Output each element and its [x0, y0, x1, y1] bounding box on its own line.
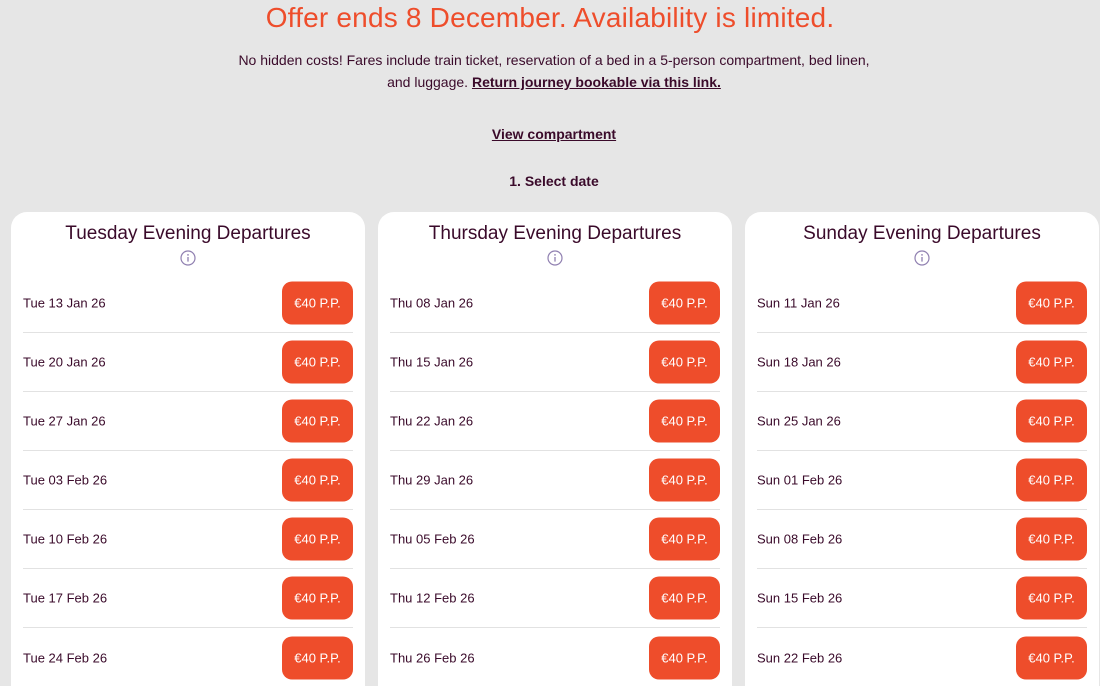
date-row: Tue 03 Feb 26 €40 P.P. [23, 451, 353, 510]
date-row: Sun 15 Feb 26 €40 P.P. [757, 569, 1087, 628]
fare-description: No hidden costs! Fares include train tic… [230, 49, 878, 93]
date-row: Tue 20 Jan 26 €40 P.P. [23, 333, 353, 392]
view-compartment-link[interactable]: View compartment [0, 126, 1100, 142]
departure-date: Thu 12 Feb 26 [390, 590, 475, 606]
departure-date: Thu 05 Feb 26 [390, 531, 475, 547]
departure-date: Tue 27 Jan 26 [23, 413, 106, 429]
date-row: Tue 24 Feb 26 €40 P.P. [23, 628, 353, 686]
info-icon[interactable] [180, 250, 196, 266]
departures-card-thursday: Thursday Evening Departures Thu 08 Jan 2… [378, 212, 732, 686]
departures-card-tuesday: Tuesday Evening Departures Tue 13 Jan 26… [11, 212, 365, 686]
date-row: Thu 05 Feb 26 €40 P.P. [390, 510, 720, 569]
departure-date: Tue 13 Jan 26 [23, 295, 106, 311]
return-journey-link[interactable]: Return journey bookable via this link. [472, 74, 721, 90]
page: Offer ends 8 December. Availability is l… [0, 0, 1100, 686]
select-fare-button[interactable]: €40 P.P. [282, 340, 353, 384]
select-fare-button[interactable]: €40 P.P. [1016, 576, 1087, 620]
departure-date: Thu 08 Jan 26 [390, 295, 474, 311]
date-row: Sun 01 Feb 26 €40 P.P. [757, 451, 1087, 510]
date-row: Sun 25 Jan 26 €40 P.P. [757, 392, 1087, 451]
card-title: Thursday Evening Departures [428, 223, 682, 244]
offer-headline: Offer ends 8 December. Availability is l… [265, 2, 835, 33]
info-icon[interactable] [547, 250, 563, 266]
date-row: Tue 13 Jan 26 €40 P.P. [23, 274, 353, 333]
date-row: Sun 18 Jan 26 €40 P.P. [757, 333, 1087, 392]
departure-date: Tue 20 Jan 26 [23, 354, 106, 370]
date-row: Sun 22 Feb 26 €40 P.P. [757, 628, 1087, 686]
select-fare-button[interactable]: €40 P.P. [649, 340, 720, 384]
departure-date: Sun 15 Feb 26 [757, 590, 843, 606]
select-fare-button[interactable]: €40 P.P. [1016, 458, 1087, 502]
select-fare-button[interactable]: €40 P.P. [649, 576, 720, 620]
select-fare-button[interactable]: €40 P.P. [1016, 636, 1087, 679]
date-row: Thu 12 Feb 26 €40 P.P. [390, 569, 720, 628]
select-fare-button[interactable]: €40 P.P. [1016, 281, 1087, 325]
date-row: Thu 08 Jan 26 €40 P.P. [390, 274, 720, 333]
select-fare-button[interactable]: €40 P.P. [282, 517, 353, 561]
select-fare-button[interactable]: €40 P.P. [649, 281, 720, 325]
departure-date: Thu 29 Jan 26 [390, 472, 474, 488]
select-fare-button[interactable]: €40 P.P. [649, 636, 720, 679]
date-row: Thu 15 Jan 26 €40 P.P. [390, 333, 720, 392]
departure-date: Thu 15 Jan 26 [390, 354, 474, 370]
select-fare-button[interactable]: €40 P.P. [282, 636, 353, 679]
select-fare-button[interactable]: €40 P.P. [282, 458, 353, 502]
select-fare-button[interactable]: €40 P.P. [1016, 517, 1087, 561]
select-fare-button[interactable]: €40 P.P. [1016, 399, 1087, 443]
step-title: 1. Select date [509, 173, 599, 189]
select-fare-button[interactable]: €40 P.P. [282, 399, 353, 443]
date-row: Sun 08 Feb 26 €40 P.P. [757, 510, 1087, 569]
date-row: Thu 22 Jan 26 €40 P.P. [390, 392, 720, 451]
departure-date: Sun 22 Feb 26 [757, 650, 843, 665]
date-row: Tue 27 Jan 26 €40 P.P. [23, 392, 353, 451]
date-row: Tue 10 Feb 26 €40 P.P. [23, 510, 353, 569]
date-row: Thu 29 Jan 26 €40 P.P. [390, 451, 720, 510]
select-fare-button[interactable]: €40 P.P. [282, 281, 353, 325]
date-row: Sun 11 Jan 26 €40 P.P. [757, 274, 1087, 333]
departure-date: Sun 18 Jan 26 [757, 354, 841, 370]
departure-date: Tue 24 Feb 26 [23, 650, 108, 665]
departures-card-sunday: Sunday Evening Departures Sun 11 Jan 26 … [745, 212, 1099, 686]
date-row: Thu 26 Feb 26 €40 P.P. [390, 628, 720, 686]
departure-date: Thu 22 Jan 26 [390, 413, 474, 429]
departure-date: Tue 03 Feb 26 [23, 472, 108, 488]
departure-date: Sun 25 Jan 26 [757, 413, 841, 429]
departure-date: Tue 10 Feb 26 [23, 531, 108, 547]
card-title: Sunday Evening Departures [803, 223, 1041, 244]
departure-date: Sun 11 Jan 26 [757, 295, 840, 311]
card-title: Tuesday Evening Departures [65, 223, 311, 244]
departure-date: Sun 08 Feb 26 [757, 531, 843, 547]
select-fare-button[interactable]: €40 P.P. [649, 458, 720, 502]
departure-date: Sun 01 Feb 26 [757, 472, 843, 488]
select-fare-button[interactable]: €40 P.P. [649, 399, 720, 443]
select-fare-button[interactable]: €40 P.P. [1016, 340, 1087, 384]
select-fare-button[interactable]: €40 P.P. [649, 517, 720, 561]
info-icon[interactable] [914, 250, 930, 266]
select-fare-button[interactable]: €40 P.P. [282, 576, 353, 620]
date-row: Tue 17 Feb 26 €40 P.P. [23, 569, 353, 628]
departure-date: Tue 17 Feb 26 [23, 590, 108, 606]
departure-date: Thu 26 Feb 26 [390, 650, 475, 665]
